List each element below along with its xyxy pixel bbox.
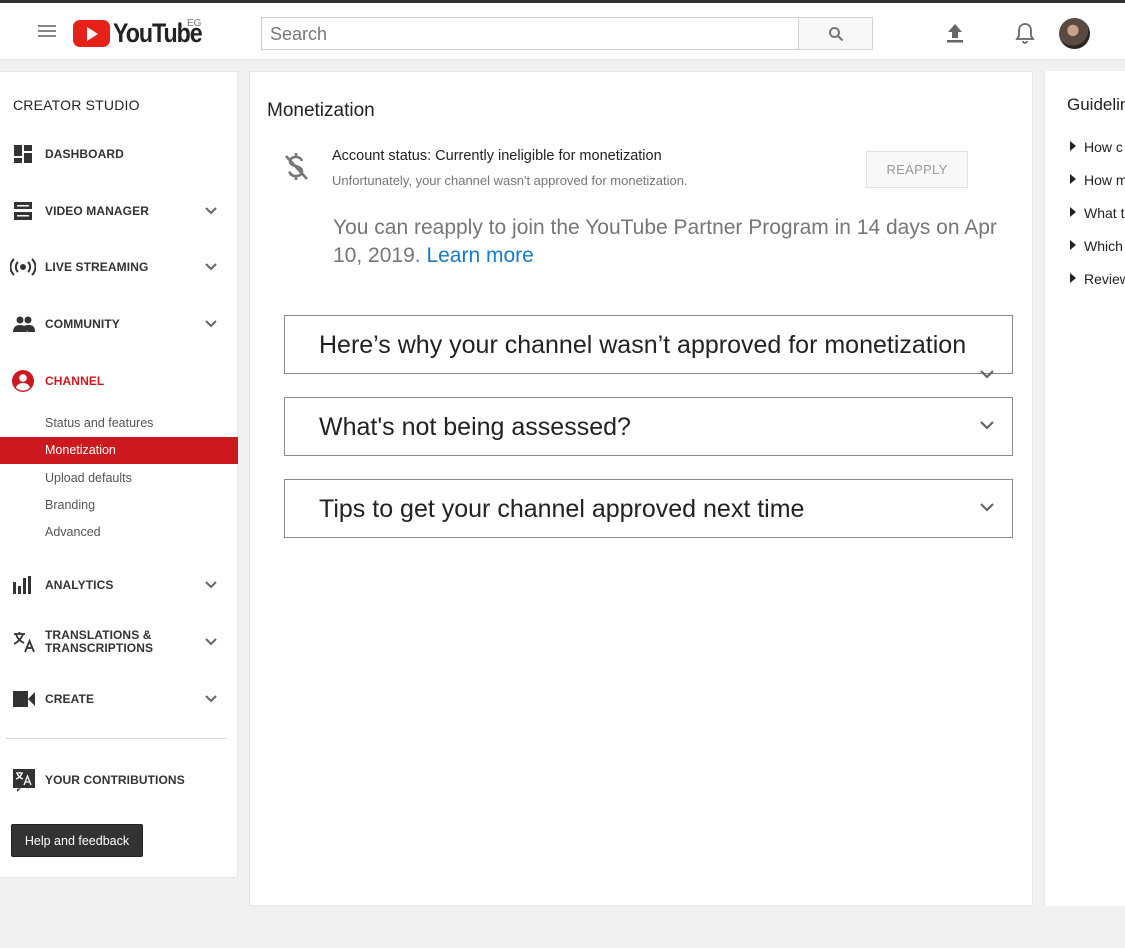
account-status: Account status: Currently ineligible for… <box>332 148 662 164</box>
chevron-down-icon <box>980 503 994 512</box>
guidelines-panel: Guidelin How c How m What t Which Review <box>1044 71 1125 906</box>
sidebar-item-label: CREATE <box>45 691 95 706</box>
reapply-button[interactable]: REAPPLY <box>866 151 968 188</box>
accordion-title: What's not being assessed? <box>319 413 631 441</box>
accordion-not-assessed[interactable]: What's not being assessed? <box>284 397 1013 456</box>
sidebar-subitem-monetization[interactable]: Monetization <box>0 437 238 464</box>
live-streaming-icon <box>10 258 36 276</box>
translate-icon <box>13 632 35 653</box>
dashboard-icon <box>14 145 32 163</box>
guideline-item-label: How c <box>1084 139 1123 155</box>
video-manager-icon <box>14 202 32 220</box>
accordion-tips[interactable]: Tips to get your channel approved next t… <box>284 479 1013 538</box>
main-content: Monetization Account status: Currently i… <box>249 71 1033 906</box>
expand-triangle-icon <box>1070 207 1076 217</box>
sidebar-item-label: CHANNEL <box>45 373 105 388</box>
search-icon <box>828 26 843 41</box>
chevron-down-icon[interactable] <box>205 261 217 273</box>
sidebar-item-label: VIDEO MANAGER <box>45 203 149 218</box>
account-status-detail: Unfortunately, your channel wasn't appro… <box>332 173 688 188</box>
sidebar-subitem-branding[interactable]: Branding <box>0 492 238 519</box>
sidebar-item-channel[interactable]: CHANNEL <box>0 361 238 401</box>
sidebar-item-community[interactable]: COMMUNITY <box>0 304 238 344</box>
chevron-down-icon <box>980 370 994 379</box>
sidebar-subitem-advanced[interactable]: Advanced <box>0 519 238 546</box>
analytics-icon <box>13 576 31 594</box>
expand-triangle-icon <box>1070 141 1076 151</box>
country-code: EG <box>187 18 202 29</box>
menu-icon[interactable] <box>38 25 56 39</box>
sidebar-subitem-status-features[interactable]: Status and features <box>0 410 238 437</box>
guideline-item-label: How m <box>1084 172 1125 188</box>
sidebar-item-label: LIVE STREAMING <box>45 259 149 274</box>
sidebar-item-translations[interactable]: TRANSLATIONS & TRANSCRIPTIONS <box>0 622 238 662</box>
sidebar-item-label: TRANSLATIONS & TRANSCRIPTIONS <box>45 628 154 655</box>
sidebar-item-your-contributions[interactable]: YOUR CONTRIBUTIONS <box>0 760 238 800</box>
creator-studio-title: CREATOR STUDIO <box>13 97 140 113</box>
sidebar-item-label: DASHBOARD <box>45 146 124 161</box>
accordion-why-not-approved[interactable]: Here’s why your channel wasn’t approved … <box>284 315 1013 379</box>
chevron-down-icon[interactable] <box>205 205 217 217</box>
sidebar-item-dashboard[interactable]: DASHBOARD <box>0 134 238 174</box>
bell-icon[interactable] <box>1014 21 1036 45</box>
chevron-down-icon[interactable] <box>205 636 217 648</box>
no-monetization-icon <box>285 153 308 180</box>
top-bar: YouTube EG Search <box>0 0 1125 60</box>
search-input[interactable]: Search <box>261 17 799 50</box>
sidebar-item-label: ANALYTICS <box>45 577 114 592</box>
guideline-item-label: Review <box>1084 271 1125 287</box>
guideline-item[interactable]: How m <box>1070 172 1125 188</box>
guidelines-title: Guidelin <box>1067 95 1125 114</box>
expand-triangle-icon <box>1070 174 1076 184</box>
search-button[interactable] <box>798 17 873 50</box>
channel-icon <box>12 370 34 392</box>
page-title: Monetization <box>267 100 375 121</box>
youtube-play-icon <box>73 19 110 47</box>
chevron-down-icon <box>980 421 994 430</box>
chevron-down-icon[interactable] <box>205 318 217 330</box>
sidebar-divider <box>6 738 227 739</box>
learn-more-link[interactable]: Learn more <box>426 244 533 267</box>
contributions-icon <box>13 769 35 792</box>
upload-icon[interactable] <box>945 22 965 44</box>
expand-triangle-icon <box>1070 240 1076 250</box>
sidebar: CREATOR STUDIO DASHBOARD VIDEO MANAGER L… <box>0 71 238 878</box>
guideline-item-label: What t <box>1084 205 1125 221</box>
sidebar-item-create[interactable]: CREATE <box>0 679 238 719</box>
accordion-title: Here’s why your channel wasn’t approved … <box>319 331 967 359</box>
reapply-info: You can reapply to join the YouTube Part… <box>333 214 1023 270</box>
sidebar-item-video-manager[interactable]: VIDEO MANAGER <box>0 191 238 231</box>
sidebar-item-live-streaming[interactable]: LIVE STREAMING <box>0 247 238 287</box>
sidebar-item-label: YOUR CONTRIBUTIONS <box>45 772 185 787</box>
guideline-item[interactable]: How c <box>1070 139 1123 155</box>
chevron-down-icon[interactable] <box>205 693 217 705</box>
sidebar-subitem-upload-defaults[interactable]: Upload defaults <box>0 465 238 492</box>
create-camera-icon <box>13 691 35 707</box>
youtube-logo[interactable]: YouTube EG <box>73 18 216 48</box>
avatar[interactable] <box>1059 18 1090 49</box>
sidebar-item-label: COMMUNITY <box>45 316 120 331</box>
help-feedback-button[interactable]: Help and feedback <box>11 824 143 857</box>
guideline-item-label: Which <box>1084 238 1123 254</box>
expand-triangle-icon <box>1070 273 1076 283</box>
accordion-title: Tips to get your channel approved next t… <box>319 495 805 523</box>
chevron-down-icon[interactable] <box>205 579 217 591</box>
guideline-item[interactable]: Which <box>1070 238 1123 254</box>
community-icon <box>13 316 35 332</box>
sidebar-item-analytics[interactable]: ANALYTICS <box>0 565 238 605</box>
guideline-item[interactable]: What t <box>1070 205 1124 221</box>
guideline-item[interactable]: Review <box>1070 271 1125 287</box>
